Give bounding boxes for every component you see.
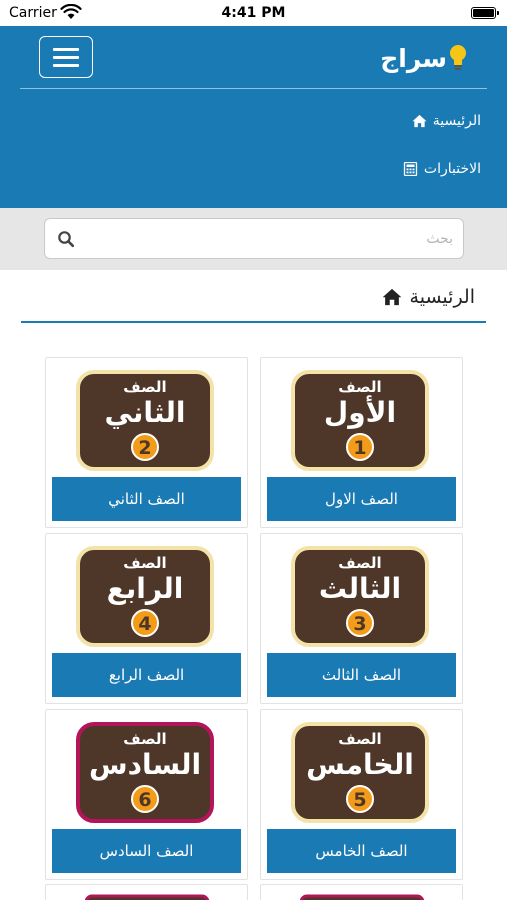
grade-art-main-text: الرابع xyxy=(107,572,184,605)
grade-number-text: 5 xyxy=(353,789,366,811)
battery-icon xyxy=(471,7,499,19)
grade-button-1[interactable]: الصف الاول xyxy=(267,477,456,521)
grade-art-top-text: الصف xyxy=(338,378,381,396)
grade-art-5: الصفالخامس 5 xyxy=(291,722,429,823)
page-title-text: الرئيسية xyxy=(409,286,475,308)
grade-card-partial[interactable] xyxy=(45,884,248,900)
search-bar xyxy=(0,208,507,270)
grade-art-top-text: الصف xyxy=(123,554,166,572)
lightbulb-icon xyxy=(450,45,466,70)
nav-item-home[interactable]: الرئيسية xyxy=(412,113,481,129)
hamburger-menu-button[interactable] xyxy=(39,36,93,78)
grade-card-3[interactable]: الصف الثالث 3 الصف الثالث xyxy=(260,533,463,704)
nav-label-tests: الاختبارات xyxy=(423,161,481,177)
grade-card-partial[interactable] xyxy=(260,884,463,900)
grade-number-text: 2 xyxy=(138,437,151,459)
grade-art-6: الصفالسادس 6 xyxy=(76,722,214,823)
grade-card-5[interactable]: الصف الخامس 5 الصف الخامس xyxy=(260,709,463,880)
home-icon xyxy=(412,114,427,128)
nav-item-tests[interactable]: الاختبارات xyxy=(403,161,481,177)
page-title: الرئيسية xyxy=(382,286,475,308)
calculator-icon xyxy=(403,162,418,176)
grade-button-5[interactable]: الصف الخامس xyxy=(267,829,456,873)
header-divider xyxy=(20,88,487,89)
grade-card-2[interactable]: الصف الثاني 2 الصف الثاني xyxy=(45,357,248,528)
home-icon xyxy=(382,288,401,306)
status-bar: Carrier 4:41 PM xyxy=(0,0,507,26)
grade-art-partial xyxy=(299,894,425,900)
grade-button-6[interactable]: الصف السادس xyxy=(52,829,241,873)
title-divider xyxy=(21,321,486,323)
grade-card-4[interactable]: الصف الرابع 4 الصف الرابع xyxy=(45,533,248,704)
grade-art-top-text: الصف xyxy=(123,378,166,396)
nav-label-home: الرئيسية xyxy=(432,113,481,129)
grade-art-main-text: الثاني xyxy=(105,396,186,429)
search-icon[interactable] xyxy=(57,230,75,248)
grade-art-1: الصفالأول 1 xyxy=(291,370,429,471)
grade-button-2[interactable]: الصف الثاني xyxy=(52,477,241,521)
grade-card-1[interactable]: الصف الأول 1 الصف الاول xyxy=(260,357,463,528)
clock: 4:41 PM xyxy=(221,5,286,21)
grade-number-text: 1 xyxy=(353,437,366,459)
grade-art-main-text: الخامس xyxy=(306,748,414,781)
grade-art-main-text: الثالث xyxy=(319,572,401,605)
grade-button-3[interactable]: الصف الثالث xyxy=(267,653,456,697)
app-header: سراج الرئيسية الاختبارات xyxy=(0,26,507,208)
grade-card-6[interactable]: الصف السادس 6 الصف السادس xyxy=(45,709,248,880)
grade-art-main-text: الأول xyxy=(324,395,396,429)
search-input[interactable] xyxy=(85,219,453,258)
grade-art-2: الصفالثاني 2 xyxy=(76,370,214,471)
app-logo[interactable]: سراج xyxy=(380,42,467,74)
grade-art-top-text: الصف xyxy=(338,554,381,572)
grade-art-4: الصفالرابع 4 xyxy=(76,546,214,647)
search-box xyxy=(44,218,464,259)
grade-art-main-text: السادس xyxy=(89,748,201,781)
grade-art-partial xyxy=(84,894,210,900)
logo-text: سراج xyxy=(380,43,447,73)
grade-art-top-text: الصف xyxy=(123,730,166,748)
grade-number-text: 4 xyxy=(138,613,151,635)
grade-art-top-text: الصف xyxy=(338,730,381,748)
grade-art-3: الصفالثالث 3 xyxy=(291,546,429,647)
grade-number-text: 6 xyxy=(138,789,151,811)
grade-number-text: 3 xyxy=(353,613,366,635)
grade-button-4[interactable]: الصف الرابع xyxy=(52,653,241,697)
main-content: الرئيسية الصف الأول 1 الصف الاول الصف الثاني 2… xyxy=(6,270,501,900)
